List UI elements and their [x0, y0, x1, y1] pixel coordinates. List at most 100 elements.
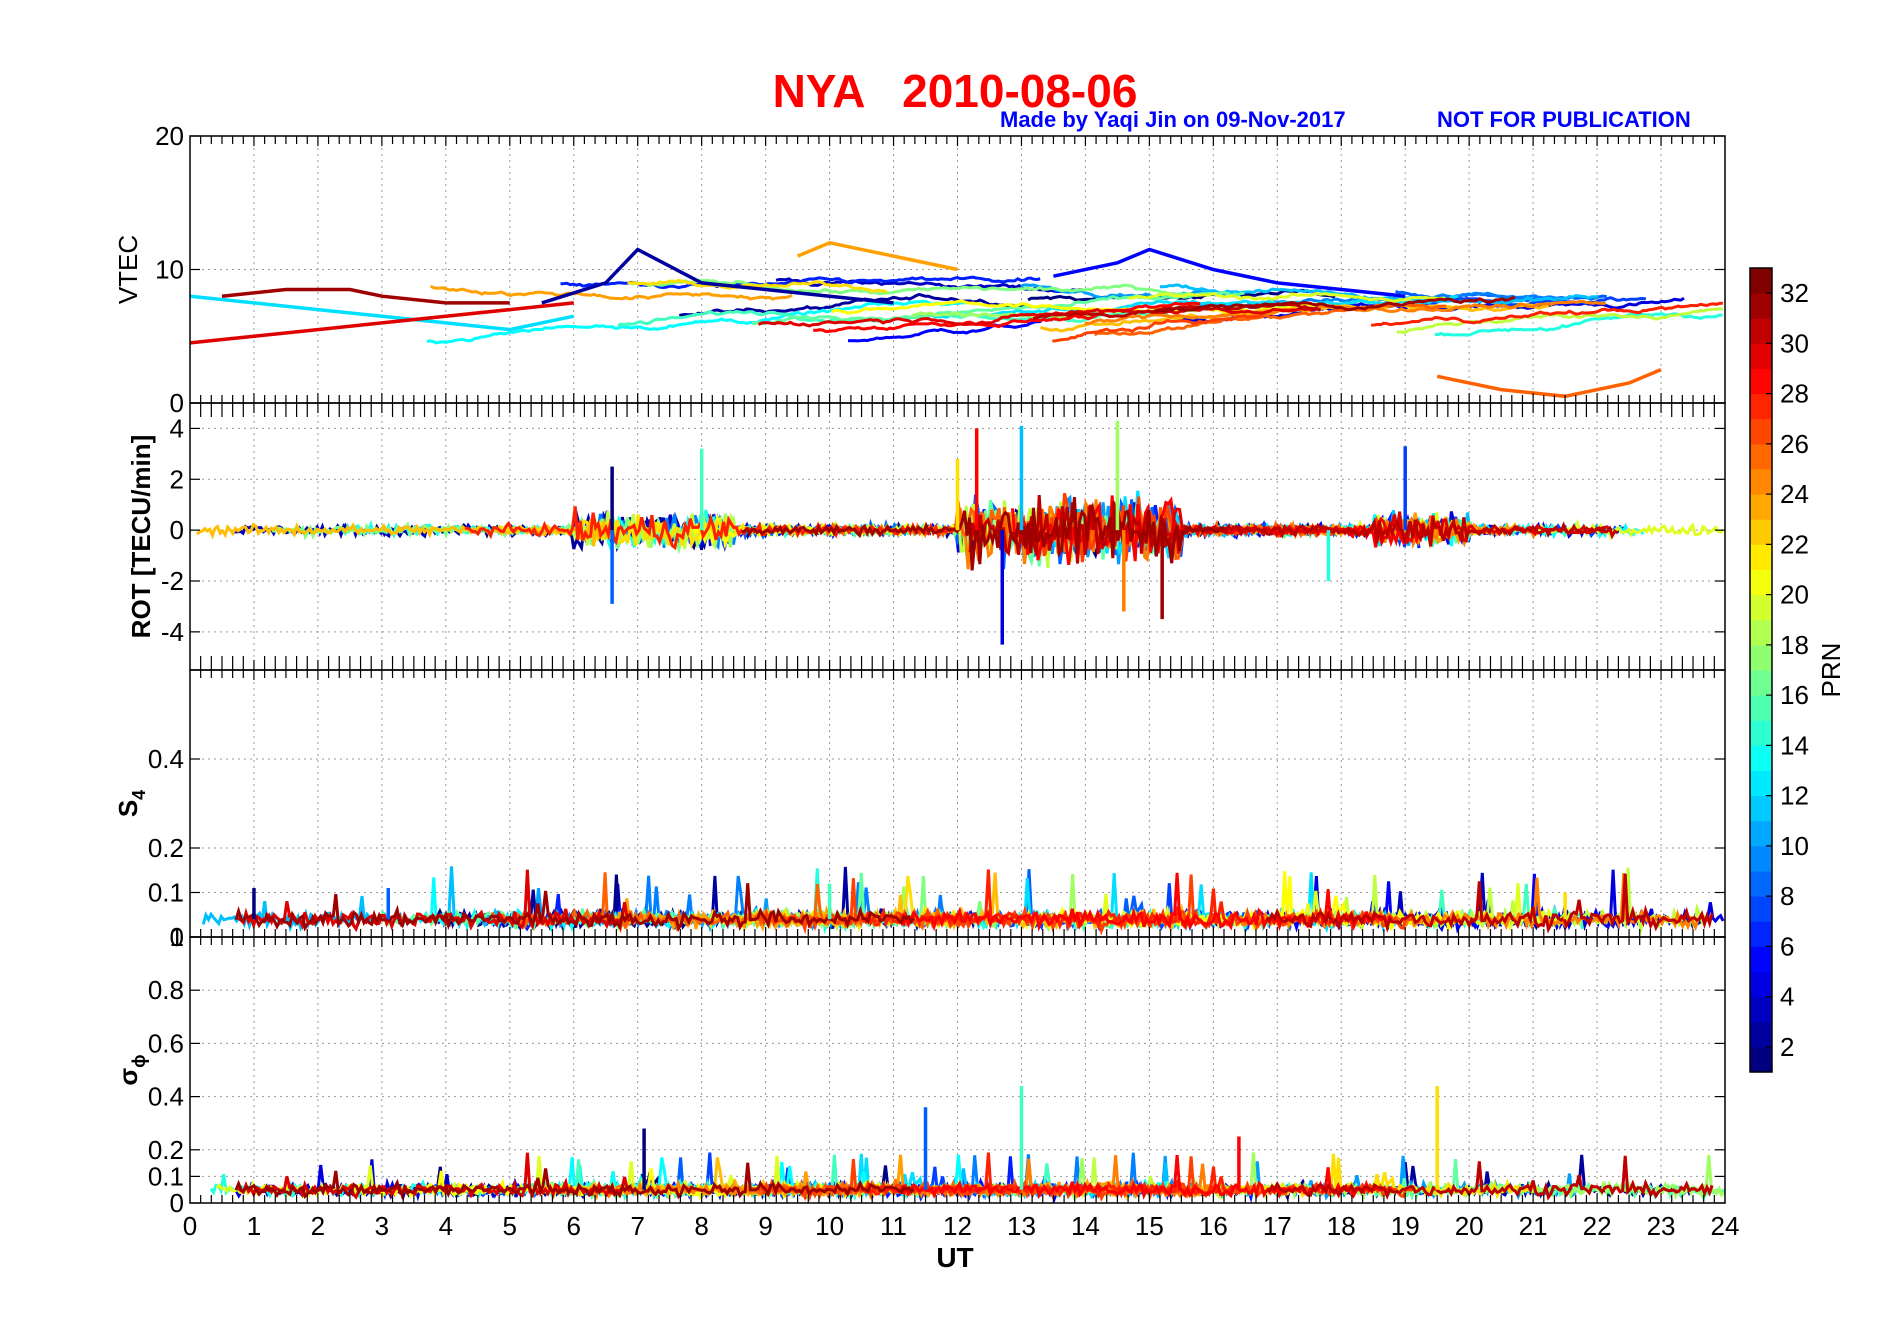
- vtec-series-line: [796, 240, 958, 272]
- panel-vtec: 01020VTEC: [113, 121, 1726, 418]
- colorbar-band: [1750, 544, 1772, 570]
- y-tick-label: 0: [170, 515, 184, 545]
- x-tick-label: 24: [1711, 1211, 1740, 1241]
- colorbar-tick-label: 18: [1780, 630, 1809, 660]
- y-tick-label: 0.2: [148, 833, 184, 863]
- colorbar-tick-label: 22: [1780, 529, 1809, 559]
- y-tick-label: 0.2: [148, 1135, 184, 1165]
- x-tick-label: 18: [1327, 1211, 1356, 1241]
- x-tick-label: 7: [630, 1211, 644, 1241]
- colorbar-band: [1750, 996, 1772, 1023]
- credit-text: Made by Yaqi Jin on 09-Nov-2017: [1000, 107, 1346, 132]
- y-axis-label: S4: [113, 790, 149, 817]
- colorbar-tick-label: 10: [1780, 831, 1809, 861]
- series-group: [190, 240, 1724, 399]
- y-tick-label: 0.4: [148, 744, 184, 774]
- vtec-series-line: [190, 301, 574, 345]
- colorbar-band: [1750, 695, 1772, 721]
- y-axis-label: ROT [TECU/min]: [126, 435, 156, 639]
- colorbar-band: [1750, 368, 1772, 395]
- colorbar-band: [1750, 871, 1772, 897]
- colorbar-band: [1750, 670, 1772, 696]
- y-tick-label: 0.4: [148, 1082, 184, 1112]
- x-tick-label: 1: [247, 1211, 261, 1241]
- colorbar-tick-label: 2: [1780, 1032, 1794, 1062]
- y-tick-label: 20: [155, 121, 184, 151]
- colorbar-band: [1750, 745, 1772, 771]
- colorbar-tick-label: 8: [1780, 881, 1794, 911]
- series-group: [209, 1085, 1725, 1203]
- x-tick-label: 19: [1391, 1211, 1420, 1241]
- x-tick-label: 2: [311, 1211, 325, 1241]
- y-tick-label: 0.8: [148, 975, 184, 1005]
- colorbar-band: [1750, 845, 1772, 872]
- colorbar-band: [1750, 318, 1772, 344]
- colorbar-band: [1750, 268, 1772, 294]
- x-tick-label: 10: [815, 1211, 844, 1241]
- colorbar-tick-label: 6: [1780, 931, 1794, 961]
- y-axis-label-sub: 4: [129, 790, 149, 800]
- x-tick-label: 15: [1135, 1211, 1164, 1241]
- colorbar-band: [1750, 644, 1772, 671]
- y-axis-label: VTEC: [113, 235, 143, 304]
- colorbar: 2468101214161820222426283032: [1749, 267, 1809, 1073]
- vtec-series-line: [1436, 367, 1662, 399]
- y-tick-label: -2: [161, 566, 184, 596]
- colorbar-band: [1750, 519, 1772, 545]
- colorbar-tick-label: 24: [1780, 479, 1809, 509]
- colorbar-band: [1750, 720, 1772, 746]
- y-tick-label: 10: [155, 255, 184, 285]
- colorbar-band: [1750, 569, 1772, 596]
- y-tick-label: 2: [170, 464, 184, 494]
- x-tick-label: 9: [758, 1211, 772, 1241]
- figure-canvas: NYA 2010-08-06 Made by Yaqi Jin on 09-No…: [113, 65, 1846, 1273]
- colorbar-label: PRN: [1816, 643, 1846, 698]
- series-group: [201, 866, 1725, 936]
- colorbar-tick-label: 28: [1780, 379, 1809, 409]
- y-tick-label: 0.1: [148, 1161, 184, 1191]
- y-tick-label: -4: [161, 617, 184, 647]
- colorbar-band: [1750, 418, 1772, 445]
- notice-text: NOT FOR PUBLICATION: [1437, 107, 1691, 132]
- colorbar-band: [1750, 1021, 1772, 1048]
- y-tick-label: 1: [170, 922, 184, 952]
- colorbar-band: [1750, 469, 1772, 495]
- panel-rot: -4 -2 0 2 4 ROT [TECU/min]: [126, 402, 1726, 671]
- colorbar-tick-label: 12: [1780, 781, 1809, 811]
- colorbar-band: [1750, 494, 1772, 520]
- y-tick-label: 4: [170, 413, 184, 443]
- x-tick-label: 3: [375, 1211, 389, 1241]
- y-tick-label: 0.6: [148, 1028, 184, 1058]
- colorbar-band: [1750, 770, 1772, 797]
- x-tick-label: 0: [183, 1211, 197, 1241]
- colorbar-band: [1750, 594, 1772, 621]
- colorbar-band: [1750, 293, 1772, 319]
- colorbar-band: [1750, 1046, 1772, 1073]
- x-tick-label: 12: [943, 1211, 972, 1241]
- panels-group: 01020VTEC-4-2024ROT [TECU/min]00.10.20.4…: [113, 121, 1739, 1241]
- x-tick-label: 23: [1647, 1211, 1676, 1241]
- colorbar-tick-label: 16: [1780, 680, 1809, 710]
- colorbar-band: [1750, 343, 1772, 369]
- colorbar-band: [1750, 946, 1772, 972]
- series-group: [196, 420, 1725, 645]
- colorbar-tick-label: 26: [1780, 429, 1809, 459]
- colorbar-tick-label: 30: [1780, 328, 1809, 358]
- y-axis-label: σϕ: [113, 1054, 149, 1085]
- colorbar-band: [1750, 820, 1772, 847]
- x-tick-label: 11: [880, 1211, 907, 1241]
- colorbar-tick-label: 20: [1780, 580, 1809, 610]
- colorbar-tick-label: 32: [1780, 278, 1809, 308]
- x-axis-label: UT: [936, 1242, 973, 1273]
- x-tick-label: 21: [1519, 1211, 1548, 1241]
- colorbar-band: [1750, 795, 1772, 822]
- x-tick-label: 17: [1263, 1211, 1292, 1241]
- colorbar-tick-label: 14: [1780, 730, 1809, 760]
- x-tick-label: 6: [567, 1211, 581, 1241]
- colorbar-band: [1750, 393, 1772, 420]
- colorbar-band: [1750, 619, 1772, 646]
- x-tick-label: 5: [503, 1211, 517, 1241]
- x-tick-label: 20: [1455, 1211, 1484, 1241]
- y-tick-label: 0.1: [148, 878, 184, 908]
- colorbar-band: [1750, 971, 1772, 998]
